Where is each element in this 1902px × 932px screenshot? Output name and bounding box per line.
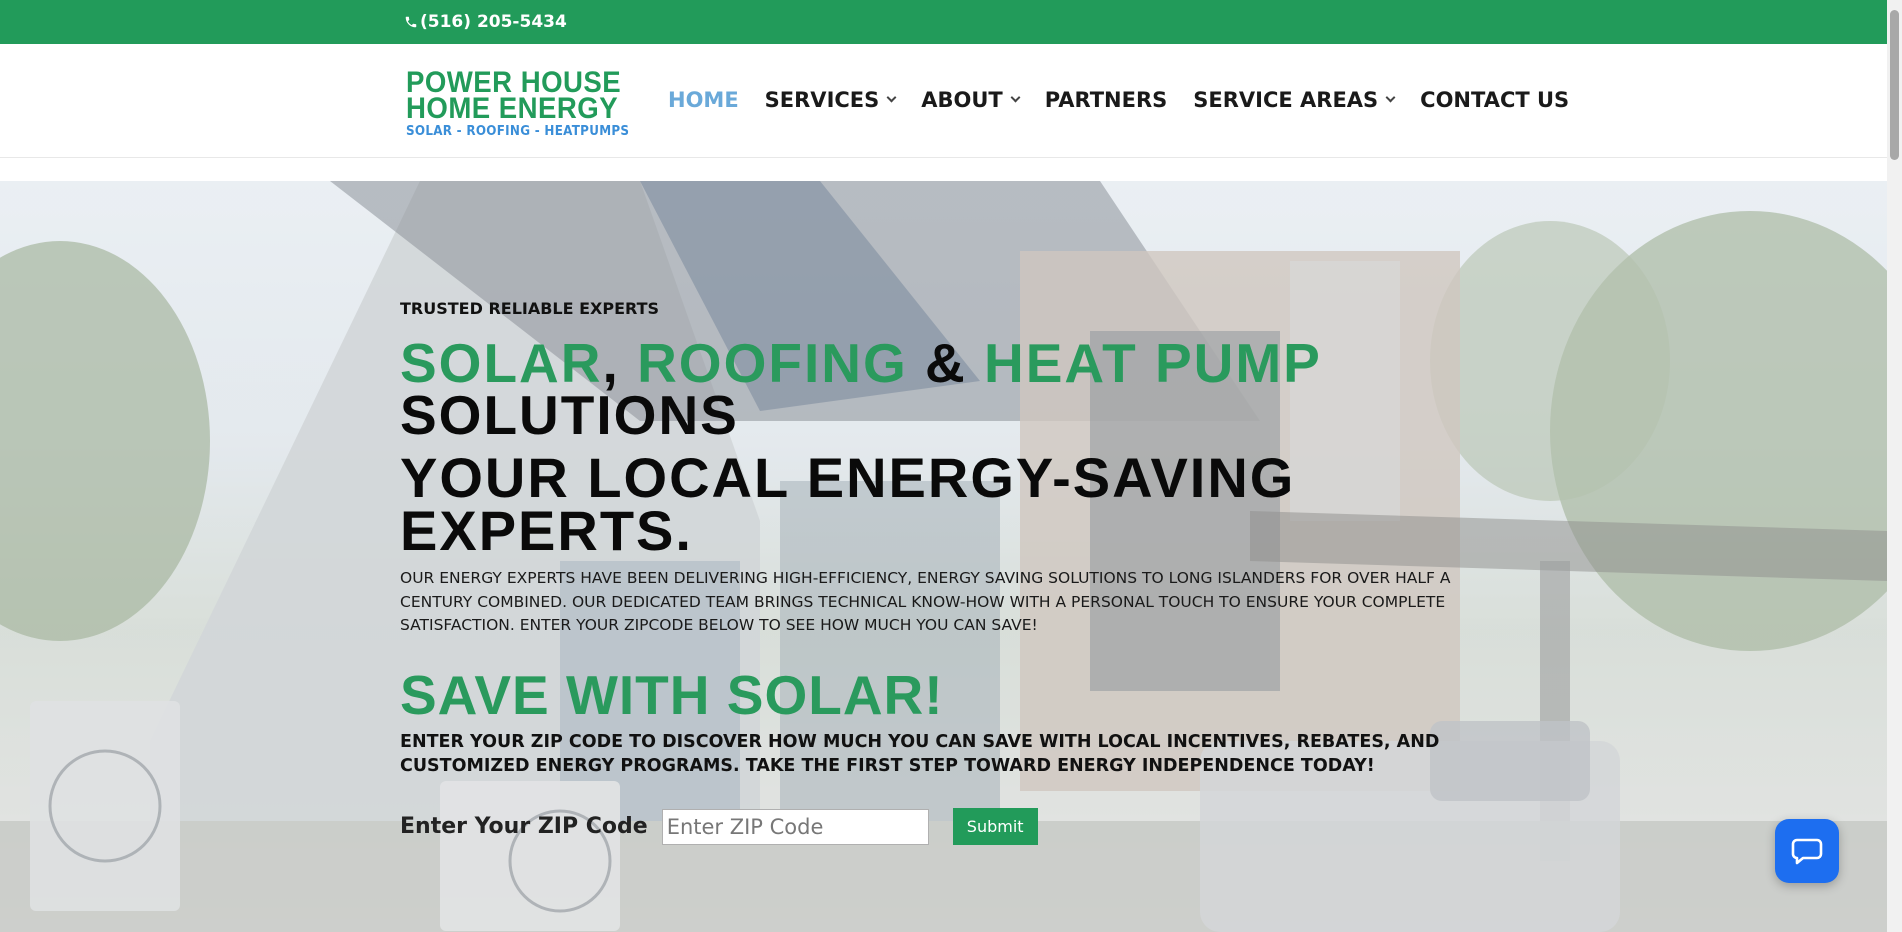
zip-form: Enter Your ZIP Code Submit <box>400 808 1038 845</box>
nav-label: SERVICES <box>764 88 880 112</box>
subheadline-line2: EXPERTS. <box>400 499 693 562</box>
logo[interactable]: POWER HOUSE HOME ENERGY SOLAR - ROOFING … <box>406 68 636 140</box>
hero-subheadline: YOUR LOCAL ENERGY-SAVING EXPERTS. <box>400 450 1295 559</box>
nav-label: SERVICE AREAS <box>1193 88 1379 112</box>
phone-link[interactable]: (516) 205-5434 <box>404 12 567 32</box>
logo-tagline: SOLAR - ROOFING - HEATPUMPS <box>406 124 630 139</box>
zip-label: Enter Your ZIP Code <box>400 814 648 839</box>
main-nav: HOME SERVICES ABOUT PARTNERS SERVICE ARE… <box>668 88 1595 112</box>
logo-line2: HOME ENERGY <box>406 92 619 125</box>
page-scrollbar[interactable] <box>1887 0 1902 932</box>
nav-label: ABOUT <box>921 88 1003 112</box>
save-subtext: ENTER YOUR ZIP CODE TO DISCOVER HOW MUCH… <box>400 732 1440 776</box>
headline-solutions: SOLUTIONS <box>400 384 739 446</box>
nav-label: CONTACT US <box>1420 88 1570 112</box>
nav-label: PARTNERS <box>1044 88 1168 112</box>
phone-number[interactable]: (516) 205-5434 <box>420 12 567 32</box>
zip-input[interactable] <box>661 808 929 845</box>
headline-heat-pump: HEAT PUMP <box>984 332 1322 394</box>
headline-ampersand: & <box>925 332 967 394</box>
nav-item-service-areas[interactable]: SERVICE AREAS <box>1193 88 1396 112</box>
chat-widget-button[interactable] <box>1775 819 1839 883</box>
submit-button[interactable]: Submit <box>952 808 1038 845</box>
nav-item-home[interactable]: HOME <box>668 88 739 112</box>
scrollbar-thumb[interactable] <box>1890 10 1899 160</box>
top-bar: (516) 205-5434 <box>0 0 1887 44</box>
nav-item-services[interactable]: SERVICES <box>764 88 897 112</box>
chat-bubble-icon <box>1791 838 1823 865</box>
chevron-down-icon <box>886 92 897 103</box>
phone-icon <box>405 16 417 28</box>
hero-description: OUR ENERGY EXPERTS HAVE BEEN DELIVERING … <box>400 569 1451 634</box>
nav-item-contact-us[interactable]: CONTACT US <box>1420 88 1569 112</box>
nav-item-partners[interactable]: PARTNERS <box>1045 88 1167 112</box>
hero-headline: SOLAR, ROOFING & HEAT PUMP SOLUTIONS <box>400 336 1322 443</box>
nav-item-about[interactable]: ABOUT <box>921 88 1021 112</box>
nav-label: HOME <box>668 88 739 112</box>
hero-section: TRUSTED RELIABLE EXPERTS SOLAR, ROOFING … <box>0 181 1887 932</box>
chevron-down-icon <box>1385 92 1396 103</box>
hero-eyebrow: TRUSTED RELIABLE EXPERTS <box>400 299 660 318</box>
chevron-down-icon <box>1010 92 1021 103</box>
site-header: POWER HOUSE HOME ENERGY SOLAR - ROOFING … <box>0 44 1887 158</box>
save-heading: SAVE WITH SOLAR! <box>400 664 944 726</box>
